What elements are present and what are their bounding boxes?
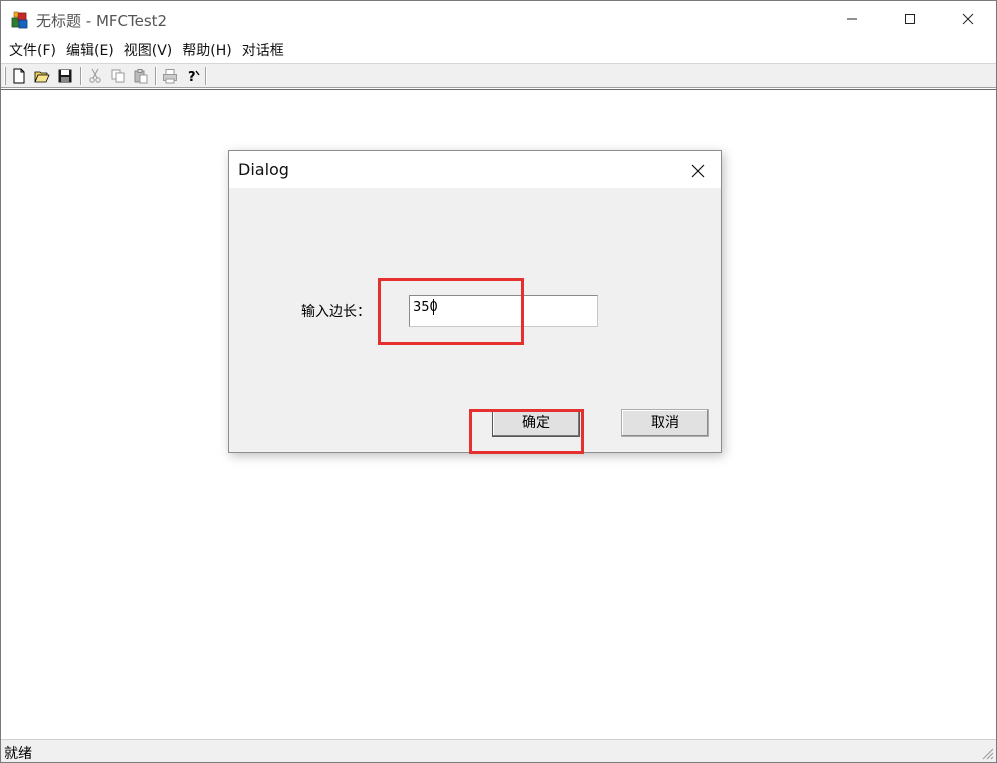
text-caret	[433, 299, 434, 315]
svg-text:?: ?	[188, 70, 196, 84]
toolbar-grip[interactable]	[4, 67, 6, 85]
print-icon[interactable]	[160, 66, 180, 86]
window-title: 无标题 - MFCTest2	[36, 12, 168, 30]
toolbar-separator	[80, 67, 82, 85]
status-text: 就绪	[4, 746, 32, 762]
menu-view[interactable]: 视图(V)	[119, 40, 178, 62]
menu-help[interactable]: 帮助(H)	[177, 40, 236, 62]
close-icon	[691, 164, 705, 178]
save-disk-icon[interactable]	[55, 66, 75, 86]
maximize-icon	[905, 14, 915, 24]
menu-bar: 文件(F) 编辑(E) 视图(V) 帮助(H) 对话框	[1, 38, 996, 63]
maximize-button[interactable]	[881, 1, 939, 37]
ok-button[interactable]: 确定	[492, 409, 580, 437]
resize-grip-icon[interactable]	[980, 746, 994, 760]
menu-dialog[interactable]: 对话框	[237, 40, 289, 62]
new-file-icon[interactable]	[9, 66, 29, 86]
close-window-button[interactable]	[939, 1, 997, 37]
minimize-button[interactable]	[823, 1, 881, 37]
menu-file[interactable]: 文件(F)	[4, 40, 61, 62]
dialog-title-bar[interactable]: Dialog	[229, 151, 721, 188]
menu-edit[interactable]: 编辑(E)	[61, 40, 119, 62]
dialog-title: Dialog	[238, 160, 289, 179]
side-length-label: 输入边长：	[301, 304, 371, 320]
open-folder-icon[interactable]	[32, 66, 52, 86]
mfc-app-icon	[10, 10, 30, 30]
cut-scissors-icon[interactable]	[85, 66, 105, 86]
paste-icon[interactable]	[131, 66, 151, 86]
copy-icon[interactable]	[108, 66, 128, 86]
side-length-input[interactable]	[409, 295, 598, 327]
toolbar-separator	[205, 67, 207, 85]
cancel-button[interactable]: 取消	[621, 409, 709, 437]
close-icon	[962, 13, 974, 25]
dialog-close-button[interactable]	[687, 160, 709, 182]
dialog-window: Dialog 输入边长： 确定 取消	[228, 150, 722, 453]
toolbar-separator	[155, 67, 157, 85]
minimize-icon	[847, 18, 857, 20]
help-context-icon[interactable]: ?	[183, 66, 203, 86]
status-bar: 就绪	[1, 739, 996, 762]
title-bar[interactable]: 无标题 - MFCTest2	[1, 1, 996, 37]
toolbar: ?	[1, 63, 996, 88]
